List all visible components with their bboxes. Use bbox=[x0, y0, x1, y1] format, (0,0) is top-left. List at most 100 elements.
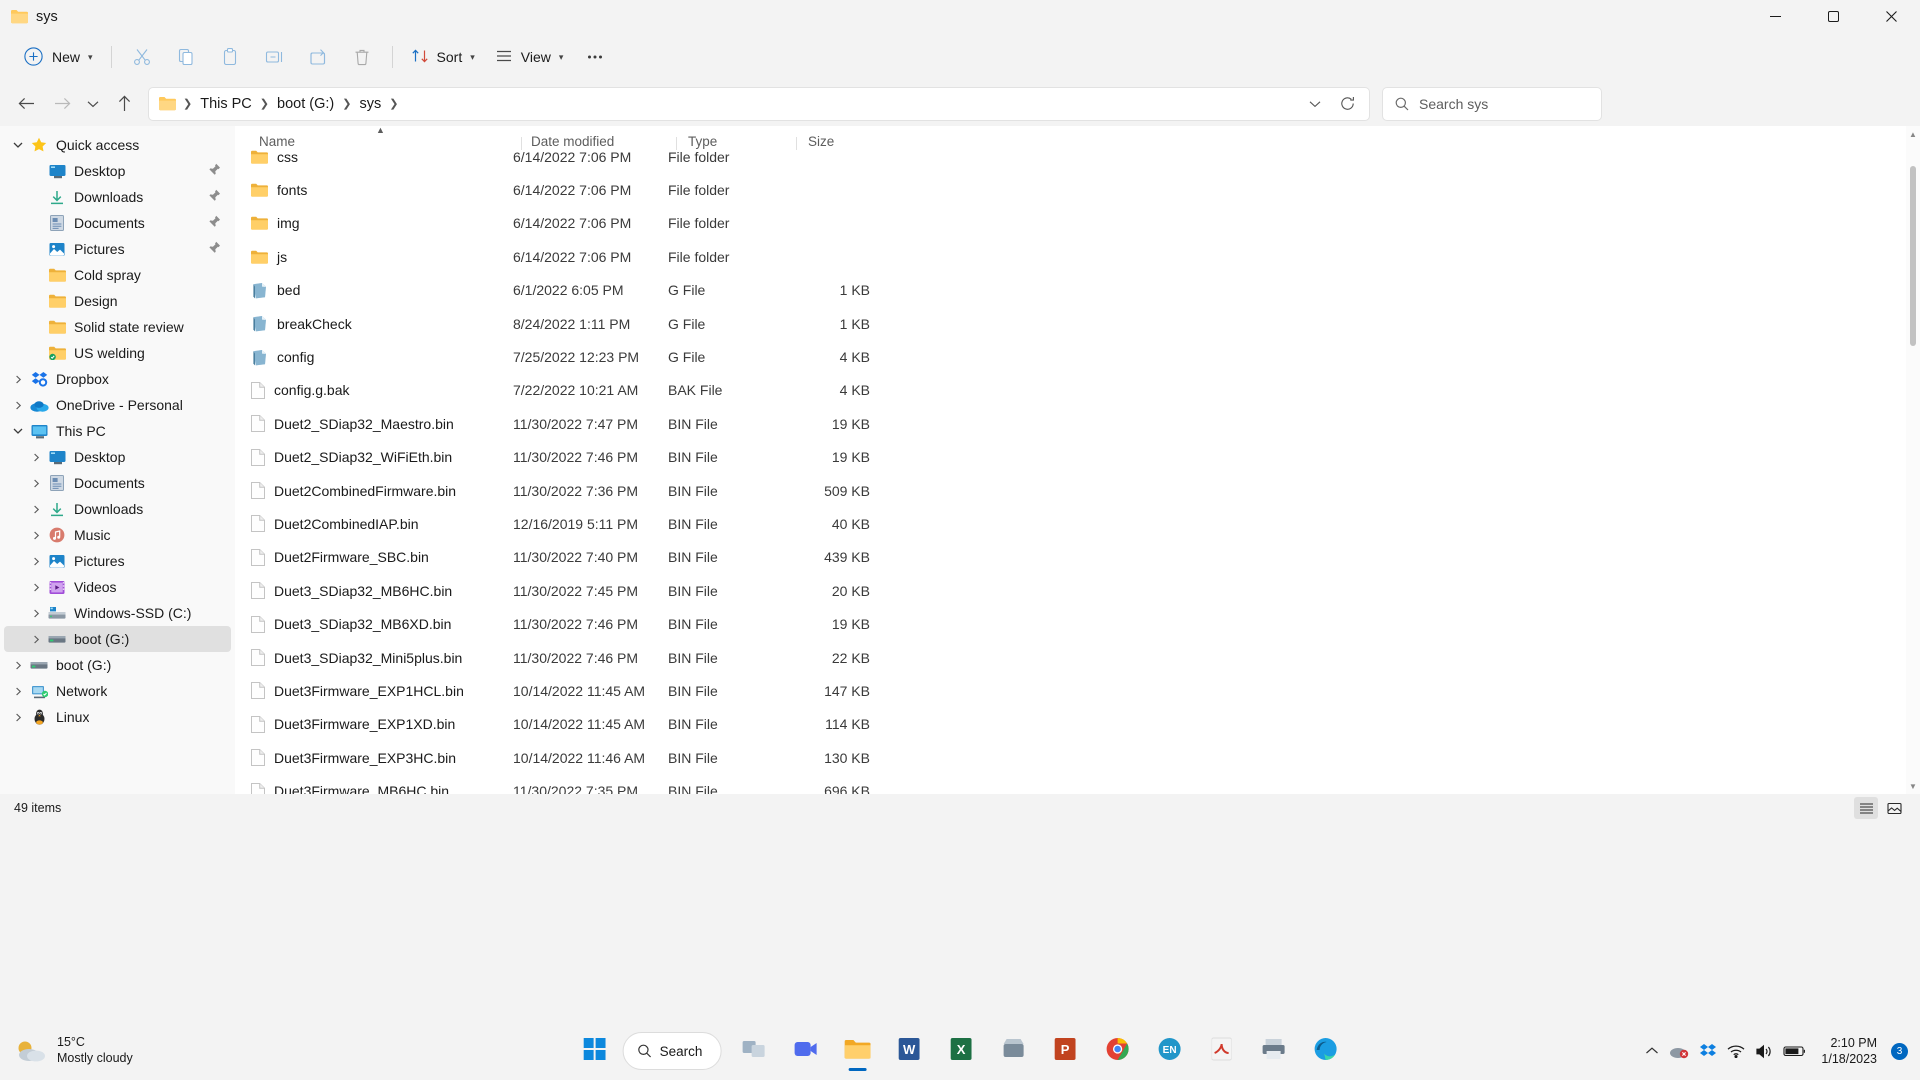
table-row[interactable]: Duet2_SDiap32_WiFiEth.bin 11/30/2022 7:46… bbox=[235, 441, 1920, 474]
battery-icon[interactable] bbox=[1783, 1044, 1807, 1058]
table-row[interactable]: css 6/14/2022 7:06 PM File folder bbox=[235, 140, 1920, 173]
chevron-down-icon[interactable] bbox=[8, 141, 28, 149]
sidebar-item-dropbox[interactable]: Dropbox bbox=[4, 366, 231, 392]
search-box[interactable]: Search sys bbox=[1382, 86, 1602, 121]
table-row[interactable]: config 7/25/2022 12:23 PM G File 4 KB bbox=[235, 340, 1920, 373]
weather-widget[interactable]: 15°C Mostly cloudy bbox=[0, 1035, 300, 1066]
teams-button[interactable] bbox=[781, 1029, 829, 1073]
sidebar-item-onedrive-personal[interactable]: OneDrive - Personal bbox=[4, 392, 231, 418]
sidebar-item-design[interactable]: Design bbox=[4, 288, 231, 314]
breadcrumb-separator[interactable]: ❯ bbox=[257, 97, 272, 110]
new-button[interactable]: New ▾ bbox=[14, 40, 103, 74]
address-bar[interactable]: ❯ This PC ❯ boot (G:) ❯ sys ❯ bbox=[148, 86, 1370, 121]
table-row[interactable]: Duet3_SDiap32_MB6XD.bin 11/30/2022 7:46 P… bbox=[235, 607, 1920, 640]
chrome-button[interactable] bbox=[1093, 1029, 1141, 1073]
excel-button[interactable]: X bbox=[937, 1029, 985, 1073]
task-view-button[interactable] bbox=[729, 1029, 777, 1073]
table-row[interactable]: breakCheck 8/24/2022 1:11 PM G File 1 KB bbox=[235, 307, 1920, 340]
powerpoint-button[interactable]: P bbox=[1041, 1029, 1089, 1073]
taskbar-search[interactable]: Search bbox=[622, 1032, 722, 1070]
sidebar-item-desktop[interactable]: Desktop bbox=[4, 158, 231, 184]
cut-button[interactable] bbox=[120, 40, 164, 74]
large-icons-view-button[interactable] bbox=[1882, 797, 1906, 819]
table-row[interactable]: Duet2CombinedIAP.bin 12/16/2019 5:11 PM BI… bbox=[235, 507, 1920, 540]
chevron-down-icon[interactable] bbox=[8, 427, 28, 435]
table-row[interactable]: Duet2_SDiap32_Maestro.bin 11/30/2022 7:47… bbox=[235, 407, 1920, 440]
search-input[interactable]: Search sys bbox=[1419, 96, 1488, 112]
breadcrumb-item-this-pc[interactable]: This PC bbox=[195, 94, 257, 114]
breadcrumb-separator[interactable]: ❯ bbox=[386, 97, 401, 110]
pin-icon[interactable] bbox=[209, 163, 221, 179]
table-row[interactable]: Duet2Firmware_SBC.bin 11/30/2022 7:40 PM B… bbox=[235, 541, 1920, 574]
sidebar-item-boot-g[interactable]: boot (G:) bbox=[4, 652, 231, 678]
pin-icon[interactable] bbox=[209, 215, 221, 231]
sidebar-item-solid-state-review[interactable]: Solid state review bbox=[4, 314, 231, 340]
taskbar-clock[interactable]: 2:10 PM 1/18/2023 bbox=[1817, 1035, 1877, 1068]
refresh-button[interactable] bbox=[1331, 89, 1363, 119]
start-button[interactable] bbox=[571, 1029, 619, 1073]
chevron-right-icon[interactable] bbox=[8, 661, 28, 670]
language-button[interactable]: EN bbox=[1145, 1029, 1193, 1073]
minimize-button[interactable] bbox=[1746, 0, 1804, 33]
sidebar-item-music[interactable]: Music bbox=[4, 522, 231, 548]
maximize-button[interactable] bbox=[1804, 0, 1862, 33]
sidebar-item-documents[interactable]: Documents bbox=[4, 210, 231, 236]
store-button[interactable] bbox=[989, 1029, 1037, 1073]
table-row[interactable]: Duet2CombinedFirmware.bin 11/30/2022 7:36… bbox=[235, 474, 1920, 507]
volume-icon[interactable] bbox=[1755, 1044, 1773, 1059]
navigation-pane[interactable]: Quick access Desktop Downloads Documents Pic… bbox=[0, 126, 235, 794]
show-hidden-icons-button[interactable] bbox=[1645, 1046, 1659, 1056]
notification-badge[interactable]: 3 bbox=[1891, 1042, 1908, 1060]
see-more-button[interactable] bbox=[573, 40, 617, 74]
scroll-down-arrow[interactable]: ▼ bbox=[1906, 778, 1920, 794]
chevron-right-icon[interactable] bbox=[8, 375, 28, 384]
table-row[interactable]: img 6/14/2022 7:06 PM File folder bbox=[235, 207, 1920, 240]
breadcrumb-item-boot-g[interactable]: boot (G:) bbox=[272, 94, 339, 114]
up-button[interactable] bbox=[106, 87, 142, 121]
sidebar-item-quick-access[interactable]: Quick access bbox=[4, 132, 231, 158]
share-button[interactable] bbox=[296, 40, 340, 74]
chevron-right-icon[interactable] bbox=[26, 505, 46, 514]
table-row[interactable]: Duet3_SDiap32_Mini5plus.bin 11/30/2022 7:… bbox=[235, 641, 1920, 674]
details-view-button[interactable] bbox=[1854, 797, 1878, 819]
pin-icon[interactable] bbox=[209, 189, 221, 205]
sidebar-item-us-welding[interactable]: US welding bbox=[4, 340, 231, 366]
sort-button[interactable]: Sort ▾ bbox=[401, 40, 485, 74]
breadcrumb-separator[interactable]: ❯ bbox=[339, 97, 354, 110]
delete-button[interactable] bbox=[340, 40, 384, 74]
chevron-right-icon[interactable] bbox=[26, 479, 46, 488]
table-row[interactable]: Duet3Firmware_MB6HC.bin 11/30/2022 7:35 P… bbox=[235, 774, 1920, 794]
word-button[interactable]: W bbox=[885, 1029, 933, 1073]
vertical-scrollbar[interactable]: ▲ ▼ bbox=[1906, 126, 1920, 794]
sidebar-item-videos[interactable]: Videos bbox=[4, 574, 231, 600]
pin-icon[interactable] bbox=[209, 241, 221, 257]
table-row[interactable]: fonts 6/14/2022 7:06 PM File folder bbox=[235, 173, 1920, 206]
edge-button[interactable] bbox=[1301, 1029, 1349, 1073]
sidebar-item-downloads[interactable]: Downloads bbox=[4, 184, 231, 210]
breadcrumb-item-sys[interactable]: sys bbox=[354, 94, 386, 114]
close-button[interactable] bbox=[1862, 0, 1920, 33]
chevron-right-icon[interactable] bbox=[8, 713, 28, 722]
forward-button[interactable] bbox=[44, 87, 80, 121]
table-row[interactable]: Duet3_SDiap32_MB6HC.bin 11/30/2022 7:45 P… bbox=[235, 574, 1920, 607]
sidebar-item-downloads[interactable]: Downloads bbox=[4, 496, 231, 522]
paste-button[interactable] bbox=[208, 40, 252, 74]
copy-button[interactable] bbox=[164, 40, 208, 74]
recent-locations-button[interactable] bbox=[80, 87, 106, 121]
chevron-right-icon[interactable] bbox=[8, 401, 28, 410]
sidebar-item-linux[interactable]: Linux bbox=[4, 704, 231, 730]
table-row[interactable]: Duet3Firmware_EXP3HC.bin 10/14/2022 11:46… bbox=[235, 741, 1920, 774]
chevron-right-icon[interactable] bbox=[26, 609, 46, 618]
file-explorer-button[interactable] bbox=[833, 1029, 881, 1073]
back-button[interactable] bbox=[8, 87, 44, 121]
acrobat-button[interactable] bbox=[1197, 1029, 1245, 1073]
previous-locations-button[interactable] bbox=[1299, 89, 1331, 119]
sidebar-item-pictures[interactable]: Pictures bbox=[4, 236, 231, 262]
sidebar-item-desktop[interactable]: Desktop bbox=[4, 444, 231, 470]
chevron-right-icon[interactable] bbox=[26, 583, 46, 592]
sidebar-item-this-pc[interactable]: This PC bbox=[4, 418, 231, 444]
sidebar-item-pictures[interactable]: Pictures bbox=[4, 548, 231, 574]
rename-button[interactable] bbox=[252, 40, 296, 74]
sidebar-item-network[interactable]: Network bbox=[4, 678, 231, 704]
onedrive-alert-icon[interactable] bbox=[1669, 1043, 1689, 1059]
